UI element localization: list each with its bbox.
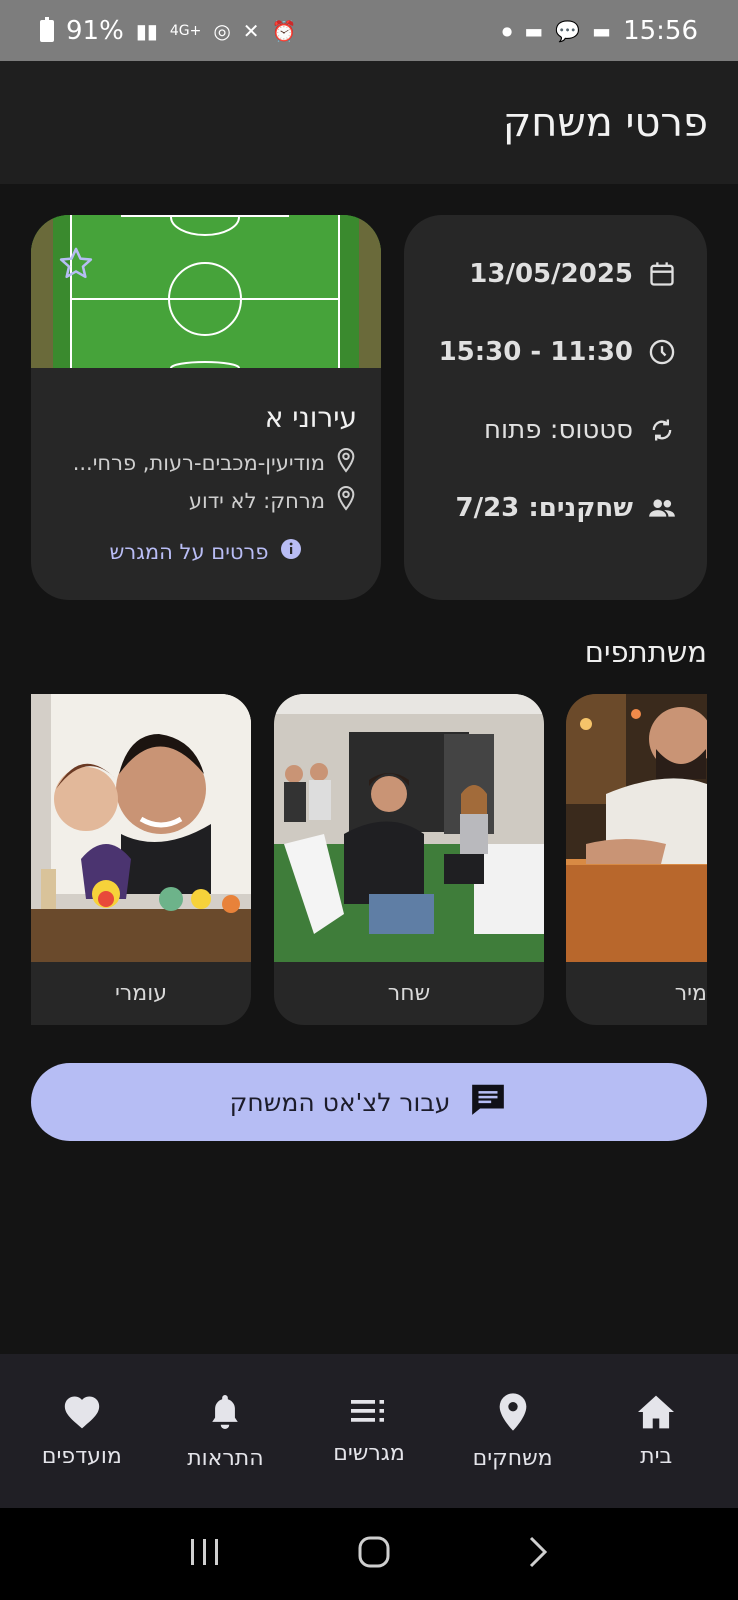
bell-icon <box>208 1392 242 1432</box>
nav-item-favorites[interactable]: מועדפים <box>10 1354 154 1508</box>
mute-icon: ✕ <box>242 18 260 43</box>
participant-photo <box>274 694 544 962</box>
system-navigation <box>0 1508 738 1600</box>
location-pin-icon <box>497 1392 529 1432</box>
participant-name: מיר <box>674 981 707 1006</box>
sync-icon <box>647 415 677 445</box>
status-left: 91% ▮▮ 4G+ ◎ ✕ ⏰ <box>40 16 296 46</box>
heart-icon <box>62 1394 102 1430</box>
game-players-row: שחקנים: 7/23 <box>404 469 707 547</box>
home-icon <box>636 1394 676 1430</box>
dot-icon: ● <box>501 23 513 38</box>
status-bar: 91% ▮▮ 4G+ ◎ ✕ ⏰ ● ▬ 💬 ▬ 15:56 <box>0 0 738 61</box>
nav-item-games[interactable]: משחקים <box>441 1354 585 1508</box>
field-details-label: פרטים על המגרש <box>109 539 269 564</box>
game-time-row: 15:30 - 11:30 <box>404 313 707 391</box>
game-chat-label: עבור לצ'אט המשחק <box>229 1087 451 1117</box>
alarm-icon: ⏰ <box>271 18 297 43</box>
nav-label-games: משחקים <box>472 1445 553 1471</box>
people-icon <box>647 493 677 523</box>
participant-photo <box>31 694 251 962</box>
battery-icon <box>40 16 54 42</box>
game-date-row: 13/05/2025 <box>404 235 707 313</box>
field-address-row: מודיעין-מכבים-רעות, פרחי... <box>73 447 357 478</box>
status-right: ● ▬ 💬 ▬ 15:56 <box>502 16 698 46</box>
network-type: 4G+ <box>169 22 202 39</box>
game-info-card: 13/05/2025 15:30 - 11:30 סטטוס: פתוח שחק… <box>404 215 707 600</box>
info-icon <box>279 537 303 566</box>
nav-item-home[interactable]: בית <box>584 1354 728 1508</box>
game-players: שחקנים: 7/23 <box>455 493 634 523</box>
message-icon: 💬 <box>555 18 581 43</box>
calendar-icon <box>647 259 677 289</box>
notification-icon: ▬ <box>592 18 612 43</box>
list-icon <box>349 1397 389 1427</box>
participant-name: עומרי <box>114 981 168 1006</box>
nav-item-fields[interactable]: מגרשים <box>297 1354 441 1508</box>
game-time: 15:30 - 11:30 <box>438 337 633 367</box>
participant-card[interactable]: מיר <box>566 694 707 1025</box>
participants-title: משתתפים <box>584 635 707 669</box>
field-name: עירוני א <box>264 401 357 434</box>
game-status-row: סטטוס: פתוח <box>404 391 707 469</box>
notification-icon: ▬ <box>524 18 544 43</box>
participant-name: שחר <box>387 981 431 1006</box>
home-button[interactable] <box>357 1535 391 1573</box>
field-details-link[interactable]: פרטים על המגרש <box>31 537 381 566</box>
participant-card[interactable]: עומרי <box>31 694 251 1025</box>
field-address: מודיעין-מכבים-רעות, פרחי... <box>72 450 325 475</box>
clock: 15:56 <box>623 15 698 46</box>
location-pin-icon <box>335 485 357 516</box>
nav-label-favorites: מועדפים <box>41 1443 122 1469</box>
back-button[interactable] <box>526 1535 550 1573</box>
nav-item-notifications[interactable]: התראות <box>154 1354 298 1508</box>
app-bar: פרטי משחק <box>0 61 738 184</box>
star-icon[interactable] <box>57 245 95 287</box>
game-status: סטטוס: פתוח <box>484 415 633 445</box>
participant-photo <box>566 694 707 962</box>
page-title: פרטי משחק <box>502 99 708 146</box>
nav-label-notifications: התראות <box>187 1445 264 1471</box>
hotspot-icon: ◎ <box>213 18 231 43</box>
field-distance: מרחק: לא ידוע <box>188 488 325 513</box>
clock-icon <box>647 337 677 367</box>
location-pin-icon <box>335 447 357 478</box>
nav-label-fields: מגרשים <box>333 1440 405 1466</box>
signal-icon: ▮▮ <box>135 18 158 43</box>
field-image <box>31 215 381 368</box>
recent-apps-button[interactable] <box>188 1537 222 1571</box>
nav-label-home: בית <box>640 1443 673 1469</box>
bottom-navigation: בית משחקים מגרשים התראות מועדפים <box>0 1354 738 1508</box>
game-chat-button[interactable]: עבור לצ'אט המשחק <box>31 1063 707 1141</box>
game-date: 13/05/2025 <box>469 259 633 289</box>
field-distance-row: מרחק: לא ידוע <box>189 485 357 516</box>
chat-icon <box>468 1080 508 1124</box>
participant-card[interactable]: שחר <box>274 694 544 1025</box>
battery-level: 91% <box>66 15 124 46</box>
